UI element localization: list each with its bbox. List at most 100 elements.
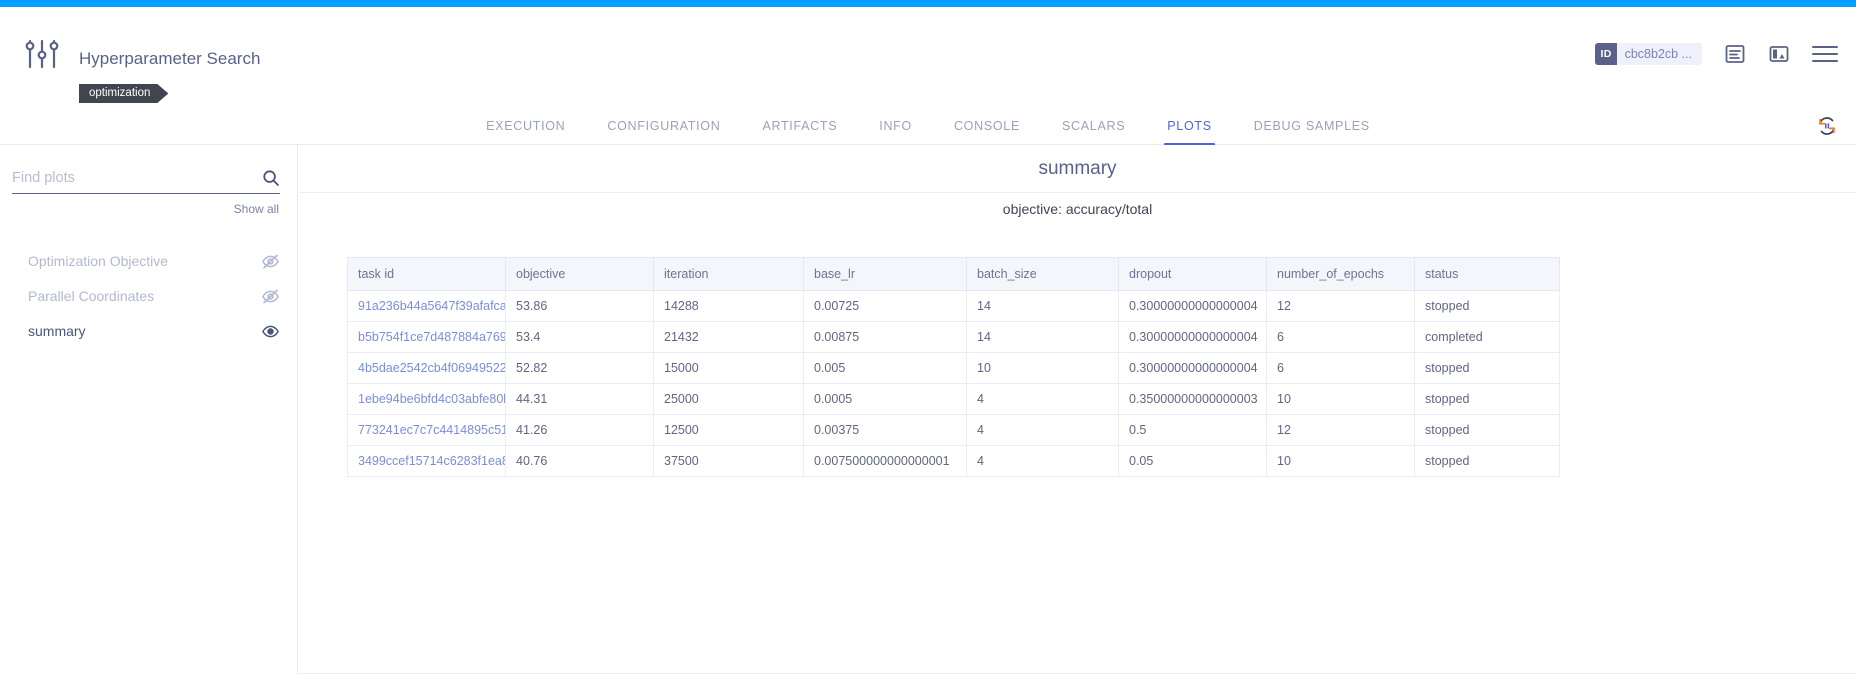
cell-iteration: 15000 xyxy=(654,353,804,384)
task-link[interactable]: 91a236b44a5647f39afafca3c31 xyxy=(358,299,506,313)
cell-number-of-epochs: 10 xyxy=(1267,446,1415,477)
cell-objective: 41.26 xyxy=(506,415,654,446)
cell-batch-size: 14 xyxy=(967,322,1119,353)
cell-batch-size: 10 xyxy=(967,353,1119,384)
cell-batch-size: 14 xyxy=(967,291,1119,322)
cell-task-id[interactable]: 91a236b44a5647f39afafca3c31 xyxy=(348,291,506,322)
cell-task-id[interactable]: 773241ec7c7c4414895c515c9b xyxy=(348,415,506,446)
eye-icon[interactable] xyxy=(261,322,280,341)
summary-table-container: task id objective iteration base_lr batc… xyxy=(299,257,1856,477)
cell-dropout: 0.30000000000000004 xyxy=(1119,291,1267,322)
cell-task-id[interactable]: 4b5dae2542cb4f0694952216d0 xyxy=(348,353,506,384)
tab-bar: EXECUTION CONFIGURATION ARTIFACTS INFO C… xyxy=(0,103,1856,145)
cell-status: stopped xyxy=(1415,353,1560,384)
task-link[interactable]: 4b5dae2542cb4f0694952216d0 xyxy=(358,361,506,375)
tab-plots[interactable]: PLOTS xyxy=(1146,119,1233,145)
task-id-label: ID xyxy=(1595,43,1616,65)
task-id-value: cbc8b2cb ... xyxy=(1617,43,1702,65)
show-all-button[interactable]: Show all xyxy=(234,202,279,216)
sidebar-item-label: summary xyxy=(28,323,261,339)
sidebar-item-summary[interactable]: summary xyxy=(0,310,298,352)
sidebar-item-label: Parallel Coordinates xyxy=(28,288,261,304)
search-icon[interactable] xyxy=(262,169,280,187)
table-row: 4b5dae2542cb4f0694952216d0 52.82 15000 0… xyxy=(348,353,1560,384)
cell-base-lr: 0.007500000000000001 xyxy=(804,446,967,477)
hamburger-menu-icon[interactable] xyxy=(1812,46,1838,62)
cell-number-of-epochs: 12 xyxy=(1267,415,1415,446)
task-link[interactable]: 1ebe94be6bfd4c03abfe80b54f0 xyxy=(358,392,506,406)
task-id-chip[interactable]: ID cbc8b2cb ... xyxy=(1595,43,1702,65)
column-header-iteration: iteration xyxy=(654,258,804,291)
summary-table: task id objective iteration base_lr batc… xyxy=(347,257,1560,477)
cell-number-of-epochs: 12 xyxy=(1267,291,1415,322)
page-title: Hyperparameter Search xyxy=(79,49,260,69)
tab-scalars[interactable]: SCALARS xyxy=(1041,119,1146,145)
plots-sidebar: Show all Optimization Objective Parallel… xyxy=(0,145,298,674)
task-link[interactable]: 773241ec7c7c4414895c515c9b xyxy=(358,423,506,437)
tab-artifacts[interactable]: ARTIFACTS xyxy=(741,119,858,145)
split-view-icon[interactable] xyxy=(1768,43,1790,65)
cell-objective: 53.86 xyxy=(506,291,654,322)
cell-iteration: 21432 xyxy=(654,322,804,353)
cell-task-id[interactable]: 1ebe94be6bfd4c03abfe80b54f0 xyxy=(348,384,506,415)
sidebar-item-label: Optimization Objective xyxy=(28,253,261,269)
app-header: Hyperparameter Search optimization ID cb… xyxy=(0,7,1856,103)
cell-status: stopped xyxy=(1415,415,1560,446)
tab-configuration[interactable]: CONFIGURATION xyxy=(586,119,741,145)
cell-base-lr: 0.00725 xyxy=(804,291,967,322)
tab-info[interactable]: INFO xyxy=(858,119,933,145)
cell-dropout: 0.05 xyxy=(1119,446,1267,477)
cell-number-of-epochs: 6 xyxy=(1267,322,1415,353)
table-row: 1ebe94be6bfd4c03abfe80b54f0 44.31 25000 … xyxy=(348,384,1560,415)
table-row: 3499ccef15714c6283f1ea8d1f9 40.76 37500 … xyxy=(348,446,1560,477)
plot-subtitle: objective: accuracy/total xyxy=(299,193,1856,225)
table-header-row: task id objective iteration base_lr batc… xyxy=(348,258,1560,291)
cell-batch-size: 4 xyxy=(967,415,1119,446)
table-row: 773241ec7c7c4414895c515c9b 41.26 12500 0… xyxy=(348,415,1560,446)
cell-objective: 44.31 xyxy=(506,384,654,415)
column-header-base-lr: base_lr xyxy=(804,258,967,291)
tab-console[interactable]: CONSOLE xyxy=(933,119,1041,145)
cell-base-lr: 0.00875 xyxy=(804,322,967,353)
cell-number-of-epochs: 10 xyxy=(1267,384,1415,415)
cell-base-lr: 0.005 xyxy=(804,353,967,384)
project-tag: optimization xyxy=(79,84,168,103)
cell-iteration: 14288 xyxy=(654,291,804,322)
search-box[interactable] xyxy=(12,169,280,194)
column-header-batch-size: batch_size xyxy=(967,258,1119,291)
cell-status: completed xyxy=(1415,322,1560,353)
auto-refresh-paused-icon[interactable] xyxy=(1816,115,1838,137)
column-header-dropout: dropout xyxy=(1119,258,1267,291)
cell-dropout: 0.30000000000000004 xyxy=(1119,353,1267,384)
cell-iteration: 37500 xyxy=(654,446,804,477)
cell-iteration: 25000 xyxy=(654,384,804,415)
cell-dropout: 0.35000000000000003 xyxy=(1119,384,1267,415)
cell-status: stopped xyxy=(1415,446,1560,477)
tab-execution[interactable]: EXECUTION xyxy=(465,119,586,145)
table-row: 91a236b44a5647f39afafca3c31 53.86 14288 … xyxy=(348,291,1560,322)
cell-objective: 52.82 xyxy=(506,353,654,384)
tab-debug-samples[interactable]: DEBUG SAMPLES xyxy=(1233,119,1391,145)
eye-off-icon[interactable] xyxy=(261,252,280,271)
cell-objective: 53.4 xyxy=(506,322,654,353)
cell-batch-size: 4 xyxy=(967,384,1119,415)
table-header: task id objective iteration base_lr batc… xyxy=(348,258,1560,291)
cell-task-id[interactable]: 3499ccef15714c6283f1ea8d1f9 xyxy=(348,446,506,477)
eye-off-icon[interactable] xyxy=(261,287,280,306)
tab-list: EXECUTION CONFIGURATION ARTIFACTS INFO C… xyxy=(0,103,1856,145)
search-input[interactable] xyxy=(12,170,262,186)
log-view-icon[interactable] xyxy=(1724,43,1746,65)
cell-base-lr: 0.00375 xyxy=(804,415,967,446)
table-body: 91a236b44a5647f39afafca3c31 53.86 14288 … xyxy=(348,291,1560,477)
cell-task-id[interactable]: b5b754f1ce7d487884a76950d5 xyxy=(348,322,506,353)
plot-title: summary xyxy=(299,145,1856,193)
cell-batch-size: 4 xyxy=(967,446,1119,477)
cell-dropout: 0.5 xyxy=(1119,415,1267,446)
task-link[interactable]: 3499ccef15714c6283f1ea8d1f9 xyxy=(358,454,506,468)
task-link[interactable]: b5b754f1ce7d487884a76950d5 xyxy=(358,330,506,344)
header-actions: ID cbc8b2cb ... xyxy=(1595,43,1838,65)
column-header-status: status xyxy=(1415,258,1560,291)
cell-base-lr: 0.0005 xyxy=(804,384,967,415)
column-header-objective: objective xyxy=(506,258,654,291)
cell-number-of-epochs: 6 xyxy=(1267,353,1415,384)
